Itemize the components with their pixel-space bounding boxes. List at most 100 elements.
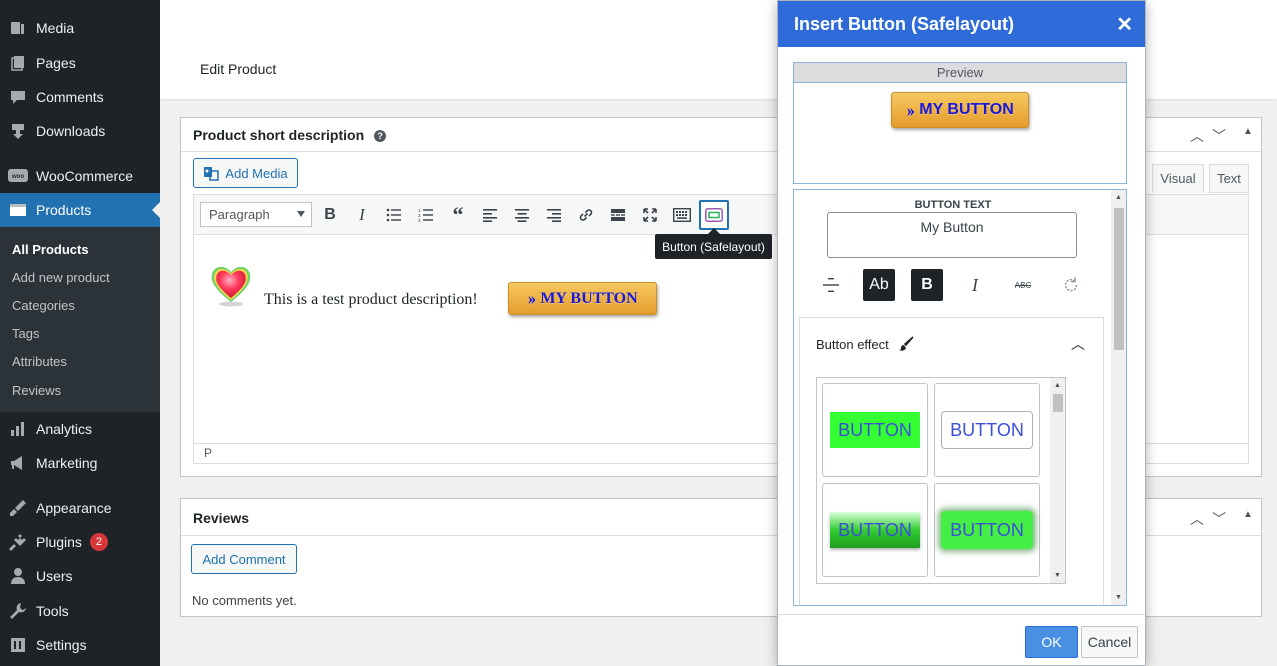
- plugins-icon: [8, 532, 28, 552]
- submenu-attributes[interactable]: Attributes: [12, 354, 67, 369]
- effect-sample: BUTTON: [941, 411, 1033, 449]
- strikethrough-toggle-button[interactable]: ABC: [1007, 269, 1039, 301]
- scroll-down-icon[interactable]: ▼: [1115, 594, 1122, 601]
- read-more-icon: [611, 209, 625, 221]
- effect-tile[interactable]: BUTTON: [934, 483, 1040, 577]
- effect-grid-scrollbar[interactable]: ▲ ▼: [1050, 378, 1065, 583]
- fullscreen-button[interactable]: [637, 202, 663, 228]
- scroll-thumb[interactable]: [1114, 208, 1124, 350]
- bullet-list-button[interactable]: [381, 202, 407, 228]
- menu-label: Users: [36, 568, 73, 584]
- button-text-input[interactable]: My Button: [827, 212, 1077, 258]
- chevron-up-icon[interactable]: ︿: [1190, 126, 1204, 146]
- menu-item-products[interactable]: Products: [0, 193, 160, 227]
- cancel-button[interactable]: Cancel: [1081, 626, 1138, 658]
- button-effect-title[interactable]: Button effect: [816, 336, 914, 355]
- effect-tile[interactable]: BUTTON: [934, 383, 1040, 477]
- scroll-thumb[interactable]: [1053, 394, 1063, 412]
- woocommerce-icon: woo: [8, 166, 28, 186]
- inline-custom-button[interactable]: ›› MY BUTTON: [508, 282, 657, 315]
- admin-sidebar: Media Pages Comments Downloads woo WooCo…: [0, 0, 160, 666]
- plugins-update-badge: 2: [89, 533, 108, 551]
- tab-visual[interactable]: Visual: [1152, 164, 1204, 193]
- menu-item-appearance[interactable]: Appearance: [0, 491, 160, 525]
- button-text-label: BUTTON TEXT: [914, 199, 992, 211]
- downloads-icon: [8, 121, 28, 141]
- paintbrush-icon: [898, 336, 914, 355]
- menu-item-downloads[interactable]: Downloads: [0, 114, 160, 148]
- insert-link-button[interactable]: [573, 202, 599, 228]
- svg-text:3: 3: [418, 218, 421, 222]
- appearance-icon: [8, 498, 28, 518]
- chevron-down-icon[interactable]: ﹀: [1212, 126, 1226, 146]
- link-icon: [579, 209, 593, 221]
- bold-toggle-button[interactable]: B: [911, 269, 943, 301]
- add-comment-button[interactable]: Add Comment: [191, 544, 297, 574]
- read-more-button[interactable]: [605, 202, 631, 228]
- align-right-button[interactable]: [541, 202, 567, 228]
- menu-label: Marketing: [36, 455, 98, 471]
- tools-icon: [8, 601, 28, 621]
- element-path[interactable]: P: [204, 446, 212, 460]
- menu-label: Pages: [36, 55, 76, 71]
- preview-button: ›› MY BUTTON: [891, 92, 1029, 128]
- menu-item-pages[interactable]: Pages: [0, 46, 160, 80]
- insert-button-dialog: Insert Button (Safelayout) ✕ Preview ›› …: [777, 0, 1146, 666]
- bold-button[interactable]: B: [317, 202, 343, 228]
- menu-label: Appearance: [36, 500, 112, 516]
- safelayout-button-icon: [705, 208, 723, 222]
- menu-label: Settings: [36, 637, 87, 653]
- menu-label: Comments: [36, 89, 104, 105]
- effect-tile[interactable]: BUTTON: [822, 483, 928, 577]
- menu-item-woocommerce[interactable]: woo WooCommerce: [0, 159, 160, 193]
- close-icon[interactable]: ✕: [1116, 12, 1133, 37]
- align-left-button[interactable]: [477, 202, 503, 228]
- ok-button[interactable]: OK: [1025, 626, 1078, 658]
- effect-tile[interactable]: BUTTON: [822, 383, 928, 477]
- products-submenu: All Products Add new product Categories …: [0, 227, 160, 412]
- submenu-all-products[interactable]: All Products: [12, 242, 89, 257]
- menu-item-plugins[interactable]: Plugins 2: [0, 525, 160, 559]
- align-center-button[interactable]: [509, 202, 535, 228]
- dialog-footer: OK Cancel: [778, 614, 1145, 666]
- chevron-up-icon[interactable]: ︿: [1190, 509, 1204, 529]
- dialog-header: Insert Button (Safelayout) ✕: [778, 1, 1145, 47]
- menu-label: Products: [36, 202, 92, 218]
- menu-item-users[interactable]: Users: [0, 559, 160, 593]
- help-icon[interactable]: ?: [374, 130, 387, 142]
- numbered-list-button[interactable]: 123: [413, 202, 439, 228]
- italic-button[interactable]: I: [349, 202, 375, 228]
- menu-item-settings[interactable]: Settings: [0, 628, 160, 662]
- add-media-button[interactable]: Add Media: [193, 158, 298, 188]
- toolbar-tooltip: Button (Safelayout): [655, 228, 772, 259]
- collapse-toggle-icon[interactable]: ▲: [1243, 509, 1253, 520]
- menu-item-tools[interactable]: Tools: [0, 594, 160, 628]
- menu-item-marketing[interactable]: Marketing: [0, 446, 160, 480]
- toolbar-toggle-button[interactable]: [669, 202, 695, 228]
- menu-item-comments[interactable]: Comments: [0, 80, 160, 114]
- reviews-title: Reviews: [193, 510, 250, 526]
- format-select[interactable]: Paragraph: [200, 202, 312, 227]
- scroll-up-icon[interactable]: ▲: [1054, 382, 1061, 389]
- scroll-up-icon[interactable]: ▲: [1115, 194, 1122, 201]
- settings-scrollbar[interactable]: ▲ ▼: [1111, 190, 1126, 605]
- blockquote-button[interactable]: “: [445, 202, 471, 228]
- font-style-button[interactable]: Ab: [863, 269, 895, 301]
- submenu-categories[interactable]: Categories: [12, 298, 75, 313]
- effect-grid: BUTTON BUTTON BUTTON BUTTON ▲ ▼: [816, 377, 1066, 584]
- tab-text[interactable]: Text: [1209, 164, 1249, 193]
- align-button[interactable]: [815, 269, 847, 301]
- submenu-reviews[interactable]: Reviews: [12, 383, 61, 398]
- submenu-add-new-product[interactable]: Add new product: [12, 270, 110, 285]
- menu-item-analytics[interactable]: Analytics: [0, 412, 160, 446]
- menu-item-media[interactable]: Media: [0, 11, 160, 45]
- postbox-title: Product short description?: [193, 127, 387, 143]
- chevron-down-icon[interactable]: ﹀: [1212, 509, 1226, 529]
- submenu-tags[interactable]: Tags: [12, 326, 39, 341]
- collapse-toggle-icon[interactable]: ▲: [1243, 126, 1253, 137]
- italic-toggle-button[interactable]: I: [959, 269, 991, 301]
- reset-button[interactable]: [1055, 269, 1087, 301]
- safelayout-button[interactable]: [699, 200, 729, 230]
- chevron-up-icon[interactable]: ︿: [1071, 334, 1085, 354]
- scroll-down-icon[interactable]: ▼: [1054, 572, 1061, 579]
